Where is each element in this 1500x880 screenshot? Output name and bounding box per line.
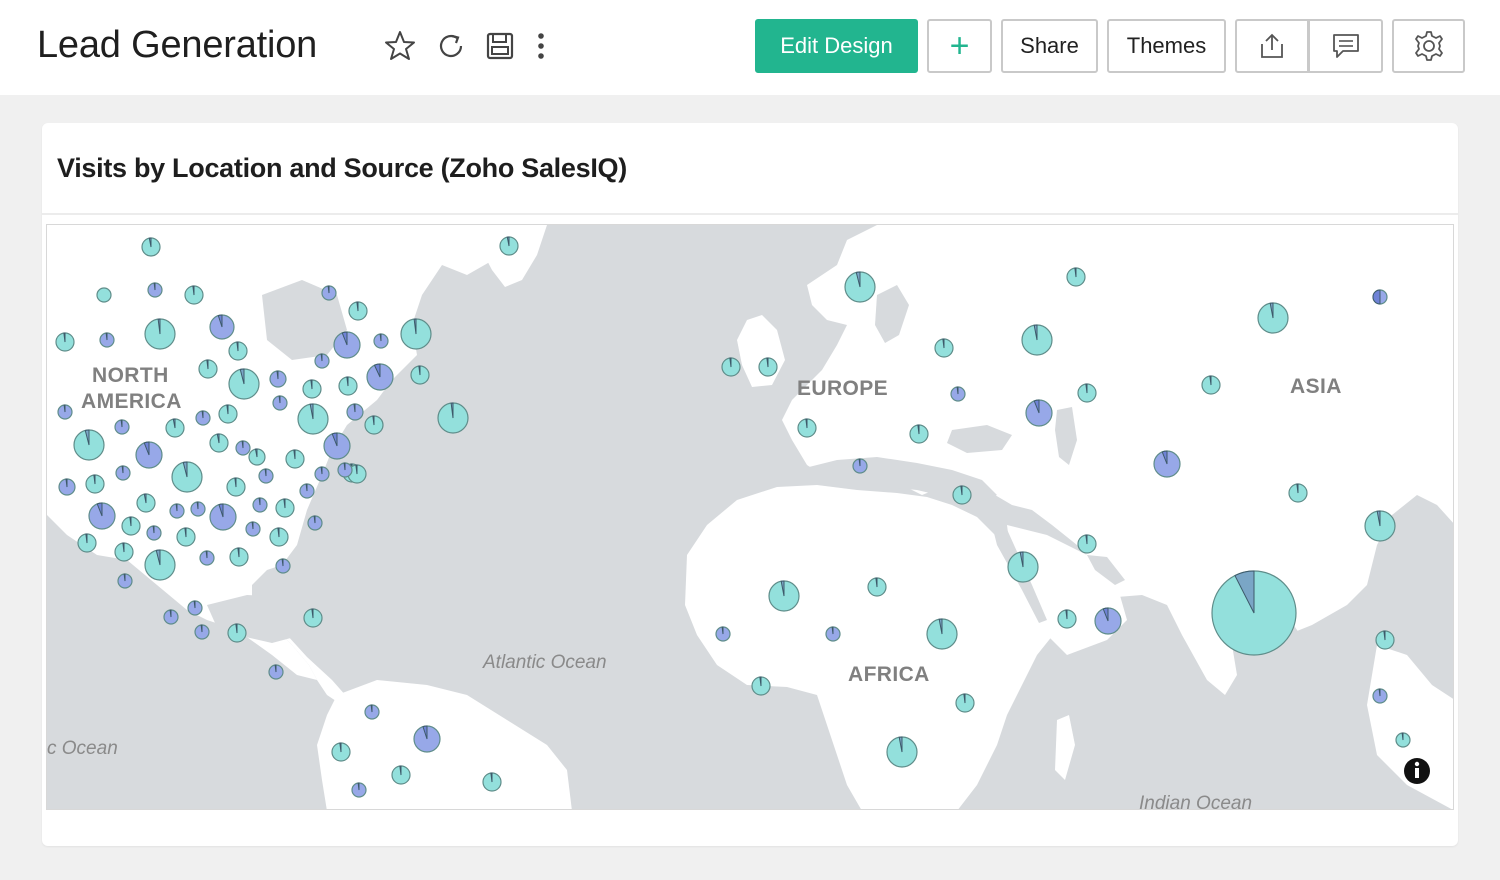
comment-icon (1332, 34, 1359, 58)
settings-button[interactable] (1392, 19, 1465, 73)
save-icon[interactable] (480, 26, 520, 66)
label-atlantic-ocean: Atlantic Ocean (482, 652, 607, 673)
divider (42, 213, 1458, 215)
land-masses (47, 225, 1453, 809)
label-pacific-ocean: c Ocean (47, 738, 118, 759)
edit-design-button[interactable]: Edit Design (755, 19, 918, 73)
label-europe: EUROPE (797, 377, 888, 400)
info-icon (1414, 761, 1420, 767)
widget-title: Visits by Location and Source (Zoho Sale… (57, 153, 627, 183)
label-america: AMERICA (81, 390, 182, 413)
add-button[interactable]: + (927, 19, 992, 73)
top-bar: Lead Generation Edit Design + Share Them… (0, 0, 1500, 95)
land-madagascar (1055, 715, 1075, 780)
land-greenland (477, 225, 547, 287)
label-africa: AFRICA (848, 663, 930, 686)
label-asia: ASIA (1290, 375, 1342, 398)
map-view[interactable]: NORTH AMERICA EUROPE ASIA AFRICA Atlanti… (46, 224, 1454, 810)
more-options-icon[interactable] (521, 26, 561, 66)
land-southeast-asia (1367, 645, 1453, 809)
pie-marker[interactable] (96, 287, 112, 303)
share-button[interactable]: Share (1001, 19, 1098, 73)
info-button[interactable] (1404, 758, 1430, 784)
label-north: NORTH (92, 364, 169, 387)
export-button[interactable] (1235, 19, 1309, 73)
gulf-of-mexico (207, 595, 309, 643)
export-icon (1261, 33, 1283, 58)
refresh-icon[interactable] (431, 26, 471, 66)
widget-card: Visits by Location and Source (Zoho Sale… (42, 123, 1458, 846)
themes-button[interactable]: Themes (1107, 19, 1226, 73)
world-map[interactable]: NORTH AMERICA EUROPE ASIA AFRICA Atlanti… (47, 225, 1454, 810)
page-title: Lead Generation (37, 24, 318, 66)
gear-icon (1414, 31, 1443, 61)
land-british-isles (737, 315, 785, 387)
comment-button[interactable] (1309, 19, 1383, 73)
star-icon[interactable] (380, 26, 420, 66)
label-indian-ocean: Indian Ocean (1139, 793, 1252, 810)
